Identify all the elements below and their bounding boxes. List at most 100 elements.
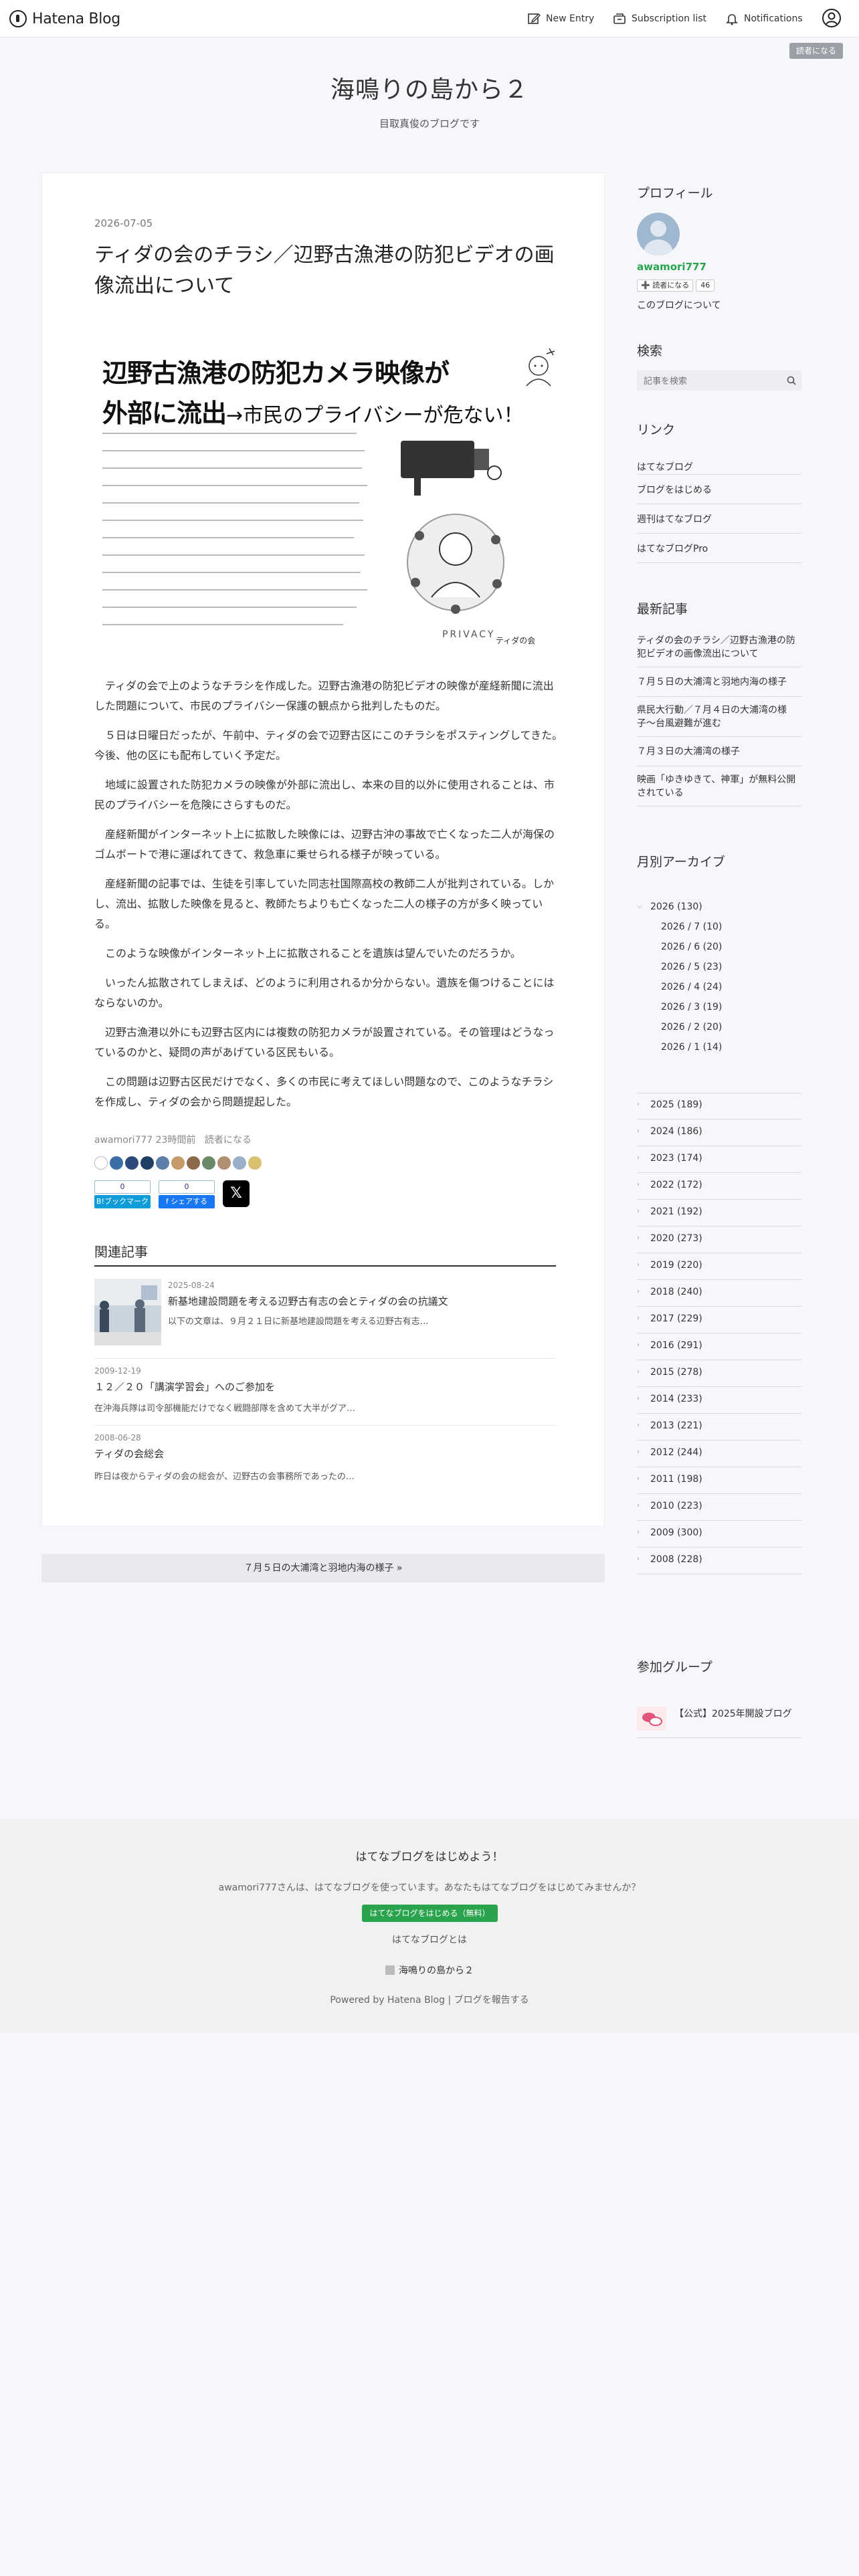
recent-entry-item[interactable]: ７月５日の大浦湾と羽地内海の様子: [637, 667, 801, 697]
related-thumbnail[interactable]: [94, 1279, 161, 1346]
start-blog-button[interactable]: はてなブログをはじめる（無料）: [362, 1905, 498, 1922]
blog-title[interactable]: 海鳴りの島から２: [0, 70, 859, 105]
chevron-right-icon: ›: [637, 1395, 640, 1402]
link-item[interactable]: はてなブログPro: [637, 534, 801, 563]
archive-year-link[interactable]: 2026 (130): [650, 901, 702, 912]
archive-year-row[interactable]: › 2021 (192): [637, 1200, 801, 1226]
entry-paragraph: このような映像がインターネット上に拡散されることを遺族は望んでいたのだろうか。: [105, 947, 521, 960]
archive-month-link[interactable]: 2026 / 6 (20): [661, 942, 722, 952]
profile-heading: プロフィール: [637, 186, 713, 201]
link-item[interactable]: 週刊はてなブログ: [637, 504, 801, 534]
new-entry-link[interactable]: New Entry: [527, 11, 594, 27]
star-user-avatar[interactable]: [187, 1156, 200, 1170]
search-input[interactable]: [642, 374, 779, 389]
related-item-title[interactable]: １２／２０「講演学習会」へのご参加を: [94, 1380, 275, 1394]
hatena-bookmark-button[interactable]: 0 B!ブックマーク: [94, 1180, 151, 1208]
archive-year-row[interactable]: › 2025 (189): [637, 1093, 801, 1119]
recent-entry-item[interactable]: 県民大行動／７月４日の大浦湾の様子〜台風避難が進む: [637, 697, 801, 737]
about-blog-link[interactable]: このブログについて: [637, 298, 721, 312]
archive-year-row[interactable]: › 2022 (172): [637, 1173, 801, 1200]
star-user-avatar[interactable]: [110, 1156, 123, 1170]
archive-year-row[interactable]: › 2019 (220): [637, 1253, 801, 1280]
flyer-image[interactable]: 辺野古漁港の防犯カメラ映像が 外部に流出→市民のプライバシーが危ない！ PRIV…: [94, 340, 561, 661]
archive-year-label: 2020 (273): [650, 1233, 702, 1244]
star-user-avatar[interactable]: [156, 1156, 169, 1170]
group-item[interactable]: 【公式】2025年開設ブログ: [637, 1697, 801, 1738]
star-user-avatar[interactable]: [217, 1156, 231, 1170]
bell-icon: [726, 14, 738, 25]
recent-entry-item[interactable]: ７月３日の大浦湾の様子: [637, 737, 801, 766]
facebook-share-button[interactable]: 0 f シェアする: [159, 1180, 215, 1208]
footer-blog-name[interactable]: 海鳴りの島から２: [0, 1963, 859, 1977]
star-user-avatar[interactable]: [171, 1156, 185, 1170]
related-divider: [94, 1265, 556, 1267]
user-menu-button[interactable]: [822, 8, 842, 31]
flyer-surprised-person-icon: [526, 348, 555, 387]
flyer-body-text-lines: [102, 433, 370, 641]
logo-text: Hatena Blog: [32, 10, 120, 27]
entry-title[interactable]: ティダの会のチラシ／辺野古漁港の防犯ビデオの画像流出について: [94, 240, 569, 302]
link-item[interactable]: はてなブログ: [637, 445, 801, 475]
archive-year-row[interactable]: › 2023 (174): [637, 1146, 801, 1173]
chevron-right-icon: ›: [637, 1502, 640, 1509]
recent-entry-item[interactable]: 映画「ゆきゆきて、神軍」が無料公開されている: [637, 766, 801, 807]
archive-month-link[interactable]: 2026 / 5 (23): [661, 962, 722, 972]
archive-month-link[interactable]: 2026 / 1 (14): [661, 1042, 722, 1053]
archive-year-row[interactable]: › 2017 (229): [637, 1307, 801, 1333]
powered-by-text[interactable]: Powered by Hatena Blog | ブログを報告する: [0, 1993, 859, 2006]
chevron-right-icon: ›: [637, 1261, 640, 1269]
chevron-down-icon[interactable]: ⌵: [637, 903, 642, 910]
about-hatena-blog-link[interactable]: はてなブログとは: [0, 1933, 859, 1946]
chevron-right-icon: ›: [637, 1128, 640, 1135]
entry-date[interactable]: 2026-07-05: [94, 217, 153, 229]
recent-entry-label: ７月５日の大浦湾と羽地内海の様子: [637, 677, 787, 687]
next-entry-link[interactable]: ７月５日の大浦湾と羽地内海の様子 »: [41, 1554, 605, 1582]
search-icon[interactable]: [787, 376, 796, 385]
archive-year-row[interactable]: › 2012 (244): [637, 1440, 801, 1467]
related-item-title[interactable]: ティダの会総会: [94, 1446, 164, 1461]
archive-month-link[interactable]: 2026 / 2 (20): [661, 1022, 722, 1033]
archive-month-link[interactable]: 2026 / 3 (19): [661, 1002, 722, 1012]
link-item-label: はてなブログ: [637, 462, 693, 473]
archive-year-label: 2021 (192): [650, 1206, 702, 1217]
subscribe-badge-button[interactable]: 読者になる: [789, 43, 844, 59]
entry-byline: awamori777 23時間前 読者になる: [94, 1133, 252, 1146]
subscription-list-link[interactable]: Subscription list: [613, 11, 706, 27]
star-user-avatar[interactable]: [248, 1156, 262, 1170]
add-star-button[interactable]: [94, 1156, 108, 1170]
archive-year-row[interactable]: › 2008 (228): [637, 1547, 801, 1574]
star-user-avatar[interactable]: [202, 1156, 215, 1170]
archive-year-row[interactable]: › 2018 (240): [637, 1280, 801, 1307]
archive-year-row[interactable]: › 2020 (273): [637, 1226, 801, 1253]
link-item[interactable]: ブログをはじめる: [637, 475, 801, 504]
related-item-title[interactable]: 新基地建設問題を考える辺野古有志の会とティダの会の抗議文: [168, 1294, 448, 1308]
archive-year-row[interactable]: › 2009 (300): [637, 1521, 801, 1547]
hatena-blog-logo[interactable]: Hatena Blog: [9, 8, 120, 29]
profile-subscribe-button[interactable]: ➕ 読者になる 46: [637, 280, 715, 292]
x-share-button[interactable]: 𝕏: [223, 1180, 250, 1207]
notifications-label: Notifications: [744, 13, 803, 24]
byline-author-link[interactable]: awamori777: [94, 1135, 153, 1146]
archive-year-row[interactable]: › 2024 (186): [637, 1119, 801, 1146]
byline-time-link[interactable]: 23時間前: [156, 1135, 196, 1146]
archive-month-link[interactable]: 2026 / 7 (10): [661, 922, 722, 932]
star-user-avatar[interactable]: [140, 1156, 154, 1170]
profile-avatar[interactable]: [637, 213, 680, 255]
archive-year-row[interactable]: › 2011 (198): [637, 1467, 801, 1494]
archive-year-label: 2016 (291): [650, 1340, 702, 1351]
byline-subscribe-link[interactable]: 読者になる: [205, 1135, 252, 1146]
chevron-right-icon: ›: [637, 1422, 640, 1429]
archive-year-row[interactable]: › 2013 (221): [637, 1414, 801, 1440]
star-user-avatar[interactable]: [233, 1156, 246, 1170]
archive-year-row[interactable]: › 2016 (291): [637, 1333, 801, 1360]
recent-entry-item[interactable]: ティダの会のチラシ／辺野古漁港の防犯ビデオの画像流出について: [637, 627, 801, 667]
archive-year-row[interactable]: › 2014 (233): [637, 1387, 801, 1414]
top-navbar: Hatena Blog New Entry Subscription list …: [0, 0, 859, 37]
archive-month-link[interactable]: 2026 / 4 (24): [661, 982, 722, 992]
notifications-link[interactable]: Notifications: [725, 11, 803, 27]
recent-entry-label: 県民大行動／７月４日の大浦湾の様子〜台風避難が進む: [637, 705, 787, 729]
star-user-avatar[interactable]: [125, 1156, 138, 1170]
archive-year-row[interactable]: › 2010 (223): [637, 1494, 801, 1521]
profile-name-link[interactable]: awamori777: [637, 261, 706, 273]
archive-year-row[interactable]: › 2015 (278): [637, 1360, 801, 1387]
